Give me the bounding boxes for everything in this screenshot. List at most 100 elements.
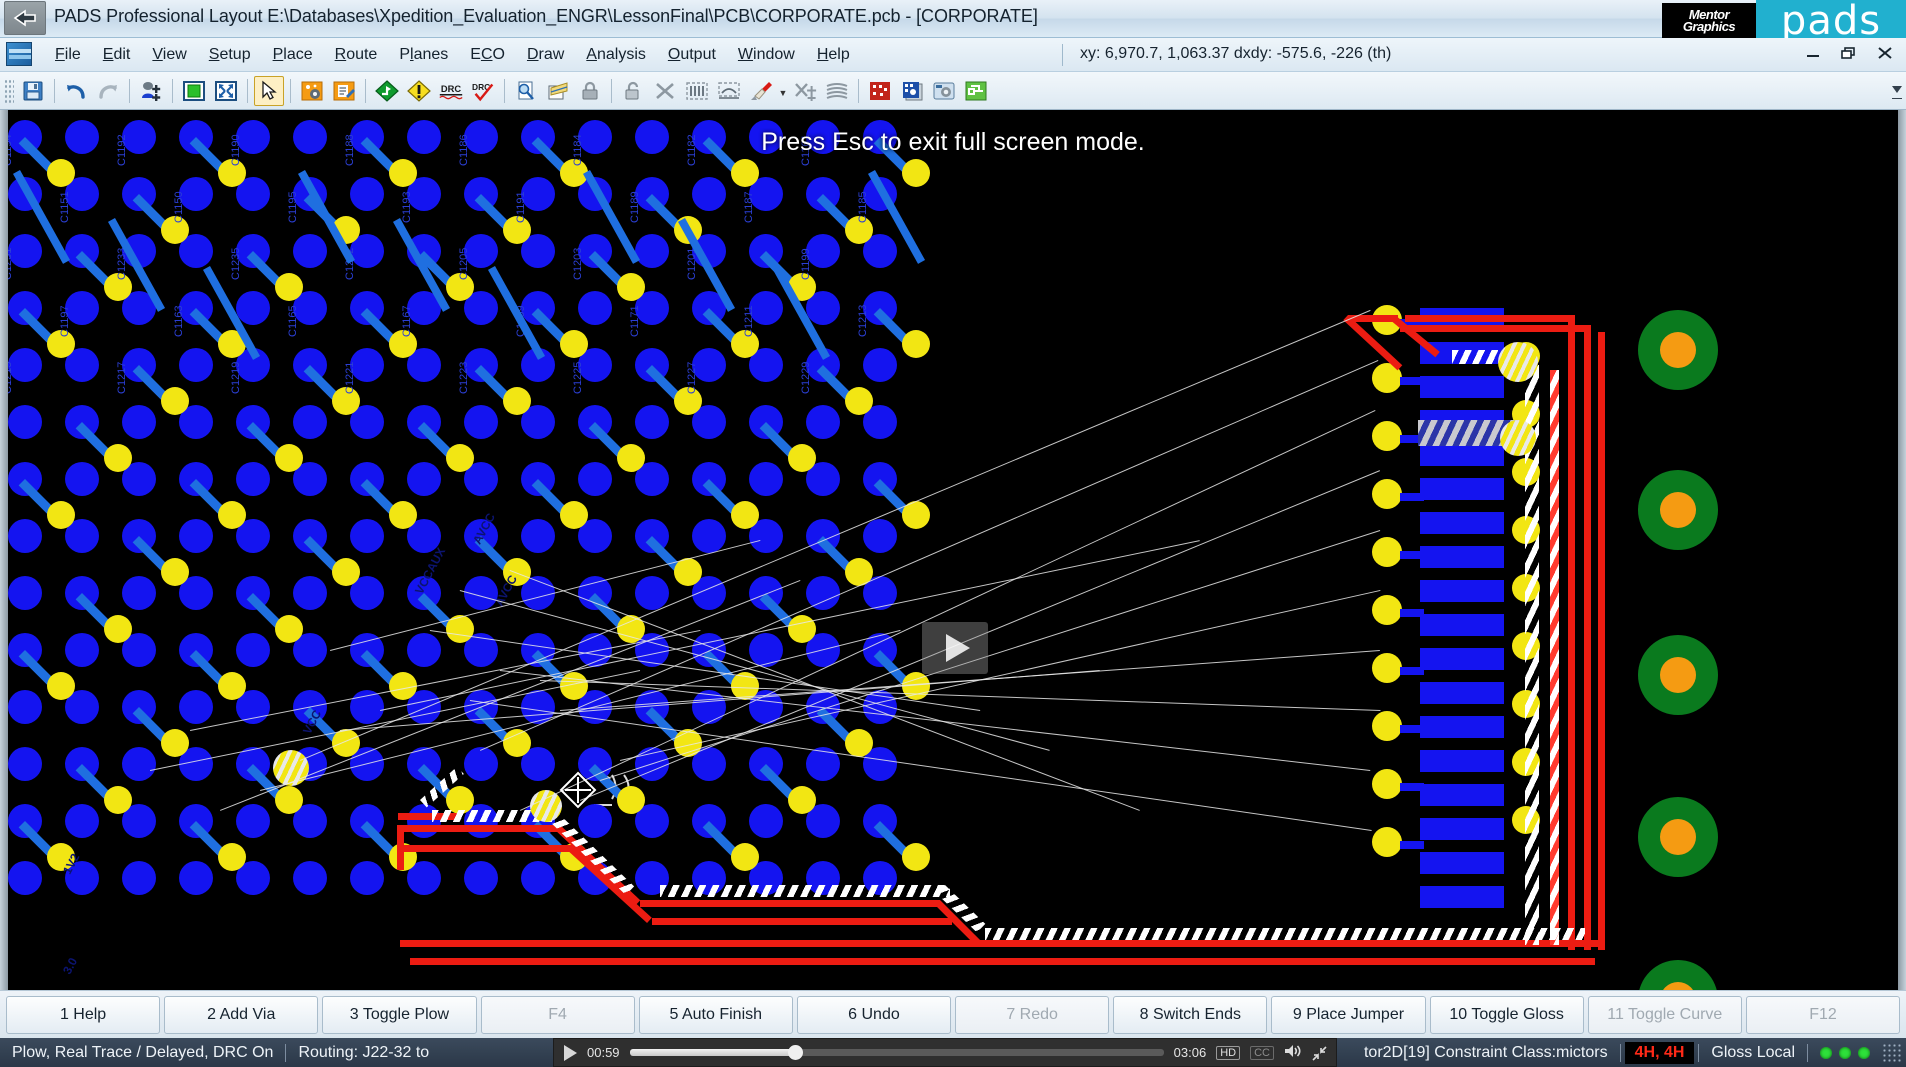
chevron-down-icon[interactable]: ▼ <box>777 76 789 106</box>
add-net-icon[interactable] <box>790 76 820 106</box>
menu-output[interactable]: Output <box>657 43 727 67</box>
toolbar-overflow-button[interactable] <box>1888 74 1906 108</box>
pcb-smd-pad <box>1420 852 1504 874</box>
paintbrush-icon[interactable] <box>746 76 776 106</box>
pcb-mounting-hole <box>1638 470 1718 550</box>
pcb-pad <box>635 576 669 610</box>
fkey-5-auto-finish[interactable]: 5 Auto Finish <box>639 996 793 1034</box>
application-window: PADS Professional Layout E:\Databases\Xp… <box>0 0 1906 1067</box>
fit-view-icon[interactable] <box>211 76 241 106</box>
drc-check-icon[interactable]: DRC <box>468 76 498 106</box>
menu-item-list: FileEditViewSetupPlaceRoutePlanesECODraw… <box>44 38 861 72</box>
menu-draw[interactable]: Draw <box>516 43 575 67</box>
close-button[interactable] <box>1874 42 1896 64</box>
status-gloss-mode[interactable]: Gloss Local <box>1699 1038 1807 1067</box>
menu-help[interactable]: Help <box>806 43 861 67</box>
add-part-icon[interactable] <box>136 76 166 106</box>
menu-view[interactable]: View <box>141 43 197 67</box>
route-dashed-icon[interactable] <box>682 76 712 106</box>
red-matrix-icon[interactable] <box>865 76 895 106</box>
status-resize-grip[interactable] <box>1882 1043 1902 1063</box>
pcb-via <box>332 729 360 757</box>
fkey-10-toggle-gloss[interactable]: 10 Toggle Gloss <box>1430 996 1584 1034</box>
redo-icon[interactable] <box>93 76 123 106</box>
net-direction-icon[interactable] <box>372 76 402 106</box>
silkscreen-refdes: C1197 <box>59 305 71 337</box>
fkey-2-add-via[interactable]: 2 Add Via <box>164 996 318 1034</box>
play-button-overlay[interactable] <box>922 622 988 674</box>
menu-route[interactable]: Route <box>324 43 389 67</box>
pcb-via <box>617 273 645 301</box>
status-divider <box>1620 1044 1621 1062</box>
silkscreen-refdes: C1165 <box>287 305 299 337</box>
find-icon[interactable] <box>511 76 541 106</box>
pcb-trace <box>1400 493 1424 501</box>
lock-icon[interactable] <box>575 76 605 106</box>
toolbar-separator <box>611 79 612 103</box>
undo-icon[interactable] <box>61 76 91 106</box>
display-control-icon[interactable] <box>179 76 209 106</box>
editor-control-icon[interactable] <box>297 76 327 106</box>
pcb-via <box>1372 653 1402 683</box>
cc-badge[interactable]: CC <box>1250 1046 1274 1060</box>
fkey-9-place-jumper[interactable]: 9 Place Jumper <box>1271 996 1425 1034</box>
hazard-warning-icon[interactable] <box>404 76 434 106</box>
pcb-smd-pad <box>1420 648 1504 670</box>
fkey-6-undo[interactable]: 6 Undo <box>797 996 951 1034</box>
pcb-via <box>731 501 759 529</box>
menu-place[interactable]: Place <box>262 43 324 67</box>
project-settings-icon[interactable] <box>329 76 359 106</box>
pcb-via <box>1372 769 1402 799</box>
menu-eco[interactable]: ECO <box>459 43 516 67</box>
layers-icon[interactable] <box>543 76 573 106</box>
fkey-8-switch-ends[interactable]: 8 Switch Ends <box>1113 996 1267 1034</box>
video-progress-slider[interactable] <box>630 1049 1164 1056</box>
volume-icon[interactable] <box>1284 1043 1302 1062</box>
blue-stack-icon[interactable] <box>897 76 927 106</box>
pcb-via <box>617 444 645 472</box>
pcb-mounting-hole <box>1638 960 1718 990</box>
pcb-via <box>332 558 360 586</box>
save-icon[interactable] <box>18 76 48 106</box>
menu-setup[interactable]: Setup <box>198 43 262 67</box>
camera-icon[interactable] <box>929 76 959 106</box>
pcb-trace <box>1400 609 1424 617</box>
toolbar-separator <box>365 79 366 103</box>
pcb-pad <box>407 633 441 667</box>
pcb-via <box>788 786 816 814</box>
exit-fullscreen-icon[interactable] <box>1312 1046 1326 1060</box>
pcb-design-canvas[interactable]: Press Esc to exit full screen mode. C119… <box>0 110 1906 990</box>
pcb-via <box>731 843 759 871</box>
minimize-button[interactable] <box>1802 42 1824 64</box>
fkey-3-toggle-plow[interactable]: 3 Toggle Plow <box>322 996 476 1034</box>
fkey-1-help[interactable]: 1 Help <box>6 996 160 1034</box>
play-icon[interactable] <box>564 1045 577 1061</box>
menu-window[interactable]: Window <box>727 43 806 67</box>
hd-badge[interactable]: HD <box>1216 1046 1240 1060</box>
pcb-trace <box>1400 325 1590 332</box>
unlock-icon[interactable] <box>618 76 648 106</box>
menu-analysis[interactable]: Analysis <box>575 43 657 67</box>
pcb-pad <box>179 690 213 724</box>
plane-area-icon[interactable] <box>714 76 744 106</box>
menu-planes[interactable]: Planes <box>388 43 459 67</box>
flow-icon[interactable] <box>961 76 991 106</box>
drc-icon[interactable]: DRC <box>436 76 466 106</box>
select-arrow-icon[interactable] <box>254 76 284 106</box>
pcb-via <box>47 159 75 187</box>
pcb-trace <box>398 845 572 852</box>
pcb-smd-pad <box>1420 886 1504 908</box>
menu-edit[interactable]: Edit <box>92 43 142 67</box>
pcb-pad <box>635 234 669 268</box>
video-progress-handle[interactable] <box>788 1045 803 1060</box>
delete-x-icon[interactable] <box>650 76 680 106</box>
pcb-pad <box>293 405 327 439</box>
pcb-trace <box>652 918 952 925</box>
menu-file[interactable]: File <box>44 43 92 67</box>
toolbar-grip[interactable] <box>4 79 14 103</box>
pcb-pad <box>179 861 213 895</box>
silkscreen-refdes: C1167 <box>401 305 413 337</box>
pcb-via <box>788 615 816 643</box>
stack-lines-icon[interactable] <box>822 76 852 106</box>
restore-button[interactable] <box>1838 42 1860 64</box>
